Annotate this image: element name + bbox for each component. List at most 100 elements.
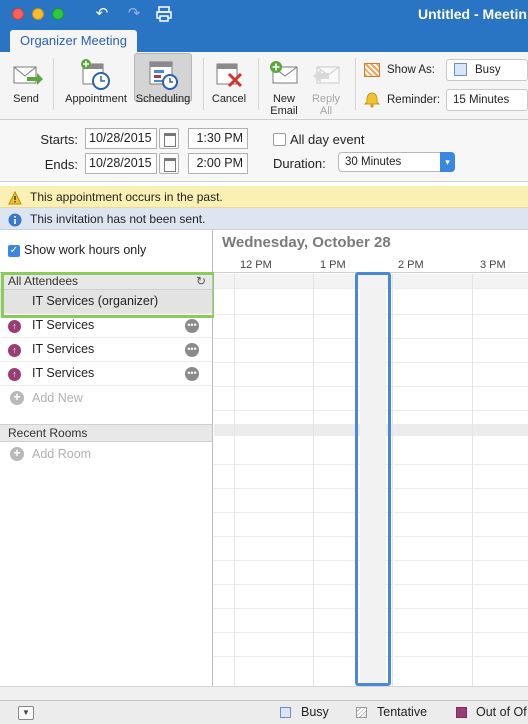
reminder-label: Reminder:: [387, 94, 441, 106]
new-email-button[interactable]: New Email: [262, 52, 306, 118]
starts-label: Starts:: [40, 132, 78, 147]
new-email-label: New Email: [270, 93, 298, 117]
add-room-label: Add Room: [32, 447, 92, 461]
show-as-value: Busy: [475, 64, 501, 76]
tentative-legend-swatch: [356, 707, 367, 718]
hour-label: 3 PM: [480, 259, 506, 271]
meeting-time-selection[interactable]: [355, 272, 391, 686]
hour-label: 1 PM: [320, 259, 346, 271]
required-attendee-icon[interactable]: ↑: [8, 344, 21, 357]
redo-icon[interactable]: ↷: [125, 5, 143, 23]
grid-column-line: [234, 274, 235, 686]
grid-column-line: [313, 274, 314, 686]
undo-icon[interactable]: ↶: [93, 5, 111, 23]
attendee-name: IT Services: [32, 342, 95, 356]
recent-rooms-header: Recent Rooms: [0, 424, 212, 442]
ends-label: Ends:: [44, 157, 78, 172]
end-date-field[interactable]: 10/28/2015: [85, 153, 157, 174]
show-as-label: Show As:: [387, 64, 435, 76]
chevron-down-icon[interactable]: ▼: [18, 706, 34, 720]
show-as-icon: [364, 63, 380, 77]
duration-value: 30 Minutes: [345, 156, 402, 168]
minimize-window-button[interactable]: [32, 8, 44, 20]
reply-all-label: Reply All: [311, 93, 341, 117]
send-label: Send: [13, 93, 39, 105]
ribbon: Send Appointment Scheduling Cancel New E…: [0, 52, 528, 120]
ribbon-divider: [203, 58, 204, 110]
appointment-button[interactable]: Appointment: [60, 52, 132, 118]
ribbon-divider: [258, 58, 259, 110]
add-new-label: Add New: [32, 391, 83, 405]
notice-text: This invitation has not been sent.: [30, 212, 206, 226]
recent-rooms-label: Recent Rooms: [8, 426, 88, 440]
work-hours-checkbox[interactable]: ✓: [8, 245, 20, 257]
reminder-bell-icon: [363, 92, 381, 108]
reply-all-button[interactable]: Reply All: [304, 52, 348, 118]
day-title: Wednesday, October 28: [222, 234, 391, 251]
ribbon-divider: [53, 58, 54, 110]
hour-label: 2 PM: [398, 259, 424, 271]
out-of-office-legend-label: Out of Of: [476, 705, 527, 719]
start-date-field[interactable]: 10/28/2015: [85, 128, 157, 149]
time-settings: Starts: 10/28/2015 1:30 PM Ends: 10/28/2…: [0, 120, 528, 182]
tab-organizer-meeting[interactable]: Organizer Meeting: [10, 30, 137, 52]
ribbon-tab-row: Organizer Meeting: [0, 28, 528, 52]
add-new-attendee[interactable]: + Add New: [0, 387, 212, 409]
end-time-field[interactable]: 2:00 PM: [188, 153, 248, 174]
cancel-label: Cancel: [211, 93, 247, 105]
cancel-meeting-icon: [212, 58, 246, 92]
schedule-grid: Wednesday, October 28 12 PM 1 PM 2 PM 3 …: [214, 230, 528, 686]
appointment-icon: [79, 58, 113, 92]
print-icon[interactable]: [155, 5, 173, 23]
more-options-icon[interactable]: •••: [185, 319, 199, 333]
not-sent-notice: This invitation has not been sent.: [0, 208, 528, 230]
chevron-down-icon: ▾: [440, 152, 455, 172]
reply-all-icon: [309, 58, 343, 92]
ribbon-divider: [355, 58, 356, 110]
show-as-dropdown[interactable]: Busy: [446, 59, 528, 81]
scheduling-button[interactable]: Scheduling: [132, 52, 194, 118]
all-day-label: All day event: [290, 132, 365, 147]
busy-legend-label: Busy: [301, 705, 329, 719]
close-window-button[interactable]: [12, 8, 24, 20]
warning-icon: [8, 190, 22, 205]
grid-column-line: [472, 274, 473, 686]
add-room[interactable]: + Add Room: [0, 443, 212, 465]
busy-legend-swatch: [280, 707, 291, 718]
attendee-row[interactable]: ↑ IT Services •••: [0, 338, 212, 362]
cancel-meeting-button[interactable]: Cancel: [207, 52, 251, 118]
hour-label: 12 PM: [240, 259, 272, 271]
duration-dropdown[interactable]: 30 Minutes ▾: [338, 152, 455, 172]
start-time-field[interactable]: 1:30 PM: [188, 128, 248, 149]
title-bar: ↶ ↷ Untitled - Meetin: [0, 0, 528, 28]
status-bar: ▼ Busy Tentative Out of Of: [0, 700, 528, 724]
all-day-checkbox[interactable]: [273, 133, 286, 146]
duration-label: Duration:: [273, 156, 326, 171]
busy-swatch-icon: [454, 63, 467, 76]
plus-icon: +: [10, 447, 24, 461]
end-date-calendar-button[interactable]: [159, 153, 179, 174]
out-of-office-legend-swatch: [456, 707, 467, 718]
window-title: Untitled - Meetin: [418, 6, 527, 22]
reminder-value: 15 Minutes: [453, 94, 510, 106]
new-email-icon: [267, 58, 301, 92]
warning-text: This appointment occurs in the past.: [30, 190, 223, 204]
reminder-dropdown[interactable]: 15 Minutes: [446, 89, 528, 111]
info-icon: [8, 212, 22, 227]
more-options-icon[interactable]: •••: [185, 367, 199, 381]
send-button[interactable]: Send: [2, 52, 50, 118]
zoom-window-button[interactable]: [52, 8, 64, 20]
past-appointment-warning: This appointment occurs in the past.: [0, 186, 528, 208]
attendee-row[interactable]: ↑ IT Services •••: [0, 362, 212, 386]
grid-footer: [0, 686, 528, 700]
all-attendees-highlight: [1, 272, 216, 318]
start-date-calendar-button[interactable]: [159, 128, 179, 149]
required-attendee-icon[interactable]: ↑: [8, 320, 21, 333]
send-icon: [9, 58, 43, 92]
appointment-label: Appointment: [65, 93, 127, 105]
attendee-name: IT Services: [32, 366, 95, 380]
required-attendee-icon[interactable]: ↑: [8, 368, 21, 381]
scheduling-label: Scheduling: [135, 93, 191, 105]
work-hours-label: Show work hours only: [24, 243, 147, 257]
more-options-icon[interactable]: •••: [185, 343, 199, 357]
